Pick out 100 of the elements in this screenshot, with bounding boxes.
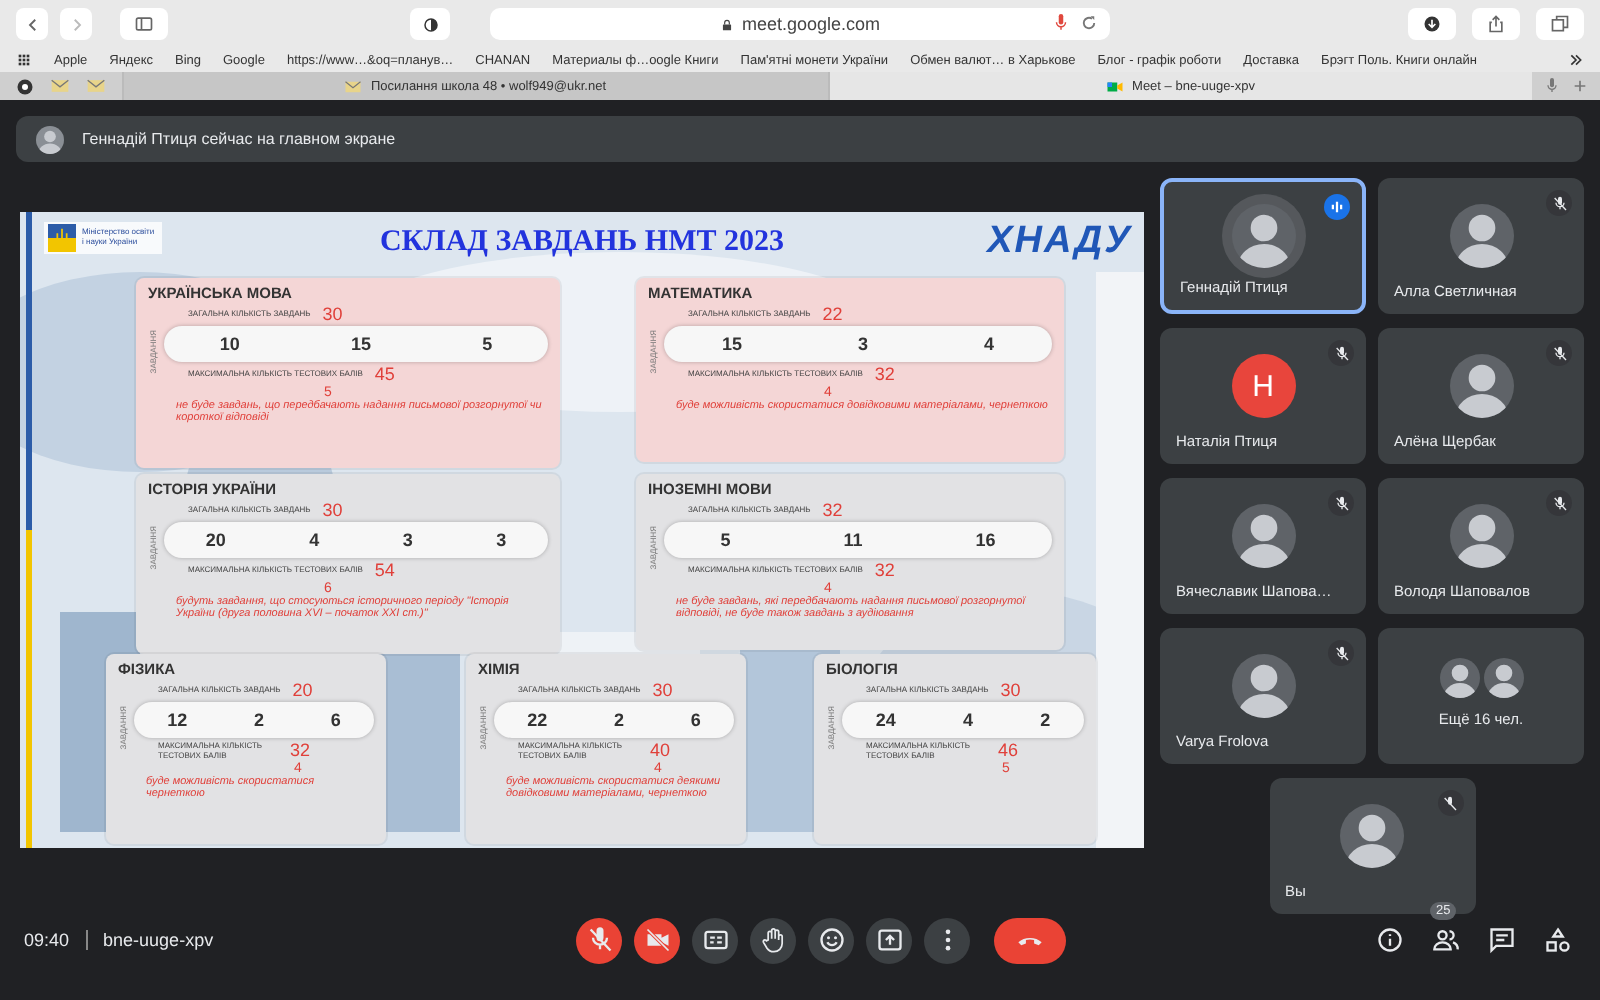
share-button[interactable]	[1472, 8, 1520, 40]
task-count: 4	[962, 709, 973, 729]
meet-icon	[1106, 77, 1125, 95]
chat-icon	[1488, 926, 1516, 954]
total-count: 30	[652, 679, 673, 699]
max-score: 45	[374, 363, 395, 383]
microphone-icon	[1544, 78, 1560, 94]
chat-button[interactable]	[1484, 922, 1520, 958]
banner-text: Геннадій Птиця сейчас на главном экране	[82, 130, 396, 148]
more-button[interactable]	[924, 917, 970, 963]
envelope-icon	[50, 76, 70, 96]
avatar	[36, 125, 64, 153]
task-count: 5	[482, 333, 493, 353]
task-count: 16	[975, 529, 996, 549]
downloads-button[interactable]	[1408, 8, 1456, 40]
mic-button[interactable]	[576, 917, 622, 963]
slide-title: СКЛАД ЗАВДАНЬ НМТ 2023	[379, 225, 785, 257]
mic-off-icon	[1551, 195, 1567, 211]
avatar	[1340, 804, 1404, 868]
task-count: 4	[309, 529, 320, 549]
present-icon	[875, 926, 903, 954]
envelope-icon	[344, 77, 363, 95]
half-circle-icon	[421, 15, 439, 33]
people-icon	[1432, 926, 1460, 954]
shapes-icon	[1544, 926, 1572, 954]
activities-button[interactable]	[1540, 922, 1576, 958]
total-count: 32	[822, 499, 843, 519]
info-button[interactable]	[1372, 922, 1408, 958]
sidebar-button[interactable]	[120, 8, 168, 40]
privacy-button[interactable]	[410, 8, 450, 40]
avatar	[1439, 657, 1479, 697]
end-button[interactable]	[994, 917, 1066, 963]
task-count: 6	[690, 709, 701, 729]
task-count: 3	[857, 333, 868, 353]
emoji-button[interactable]	[808, 917, 854, 963]
task-count: 2	[253, 709, 264, 729]
task-count: 12	[167, 709, 188, 729]
task-count: 4	[983, 333, 994, 353]
emoji-icon	[817, 926, 845, 954]
avatar	[1449, 354, 1513, 418]
sidebar-icon	[134, 14, 154, 34]
avatar-letter: Н	[1231, 354, 1295, 418]
captions-button[interactable]	[692, 917, 738, 963]
task-count: 10	[219, 333, 240, 353]
task-count: 2	[613, 709, 624, 729]
tabs-icon	[1550, 14, 1570, 34]
reload-icon	[1080, 14, 1098, 32]
mic-off-icon	[1551, 345, 1567, 361]
captions-icon	[701, 926, 729, 954]
avatar	[1231, 204, 1295, 268]
task-count: 15	[350, 333, 371, 353]
hand-icon	[759, 926, 787, 954]
avatar	[1449, 504, 1513, 568]
lock-icon	[719, 17, 734, 31]
camera-button[interactable]	[634, 917, 680, 963]
total-count: 30	[322, 303, 343, 323]
max-score: 32	[290, 739, 311, 759]
mic-off-icon	[1442, 795, 1458, 811]
task-count: 20	[205, 529, 226, 549]
download-icon	[1422, 14, 1442, 34]
share-icon	[1486, 14, 1506, 34]
total-count: 20	[292, 679, 313, 699]
task-count: 11	[843, 529, 863, 549]
avatar	[1449, 204, 1513, 268]
clock-time: 09:40	[24, 930, 70, 950]
task-count: 5	[720, 529, 731, 549]
task-count: 3	[496, 529, 507, 549]
task-count: 2	[1040, 709, 1051, 729]
mic-off-icon	[585, 926, 613, 954]
max-score: 32	[874, 559, 895, 579]
mic-off-icon	[1333, 495, 1349, 511]
mic-off-icon	[1551, 495, 1567, 511]
total-count: 30	[1000, 679, 1021, 699]
task-count: 3	[402, 529, 413, 549]
present-button[interactable]	[866, 917, 912, 963]
grid-icon	[16, 52, 32, 68]
max-score: 54	[374, 559, 395, 579]
camera-off-icon	[643, 926, 671, 954]
meeting-code: bne-uuge-xpv	[103, 930, 214, 950]
tabs-overview-button[interactable]	[1536, 8, 1584, 40]
avatar	[1483, 657, 1523, 697]
university-logo: ХНАДУ	[987, 219, 1132, 263]
back-button[interactable]	[16, 8, 48, 40]
max-score: 32	[874, 363, 895, 383]
info-icon	[1376, 926, 1404, 954]
avatar	[1231, 654, 1295, 718]
task-count: 24	[875, 709, 896, 729]
avatar	[1231, 504, 1295, 568]
max-score: 40	[650, 739, 671, 759]
hand-button[interactable]	[750, 917, 796, 963]
total-count: 30	[322, 499, 343, 519]
task-count: 15	[721, 333, 742, 353]
microphone-icon	[1052, 14, 1070, 32]
max-score: 46	[998, 739, 1019, 759]
envelope-icon	[86, 76, 106, 96]
mic-off-icon	[1333, 645, 1349, 661]
chevron-left-icon	[23, 15, 41, 33]
total-count: 22	[822, 303, 843, 323]
chevrons-right-icon	[1568, 52, 1584, 68]
mic-off-icon	[1333, 345, 1349, 361]
